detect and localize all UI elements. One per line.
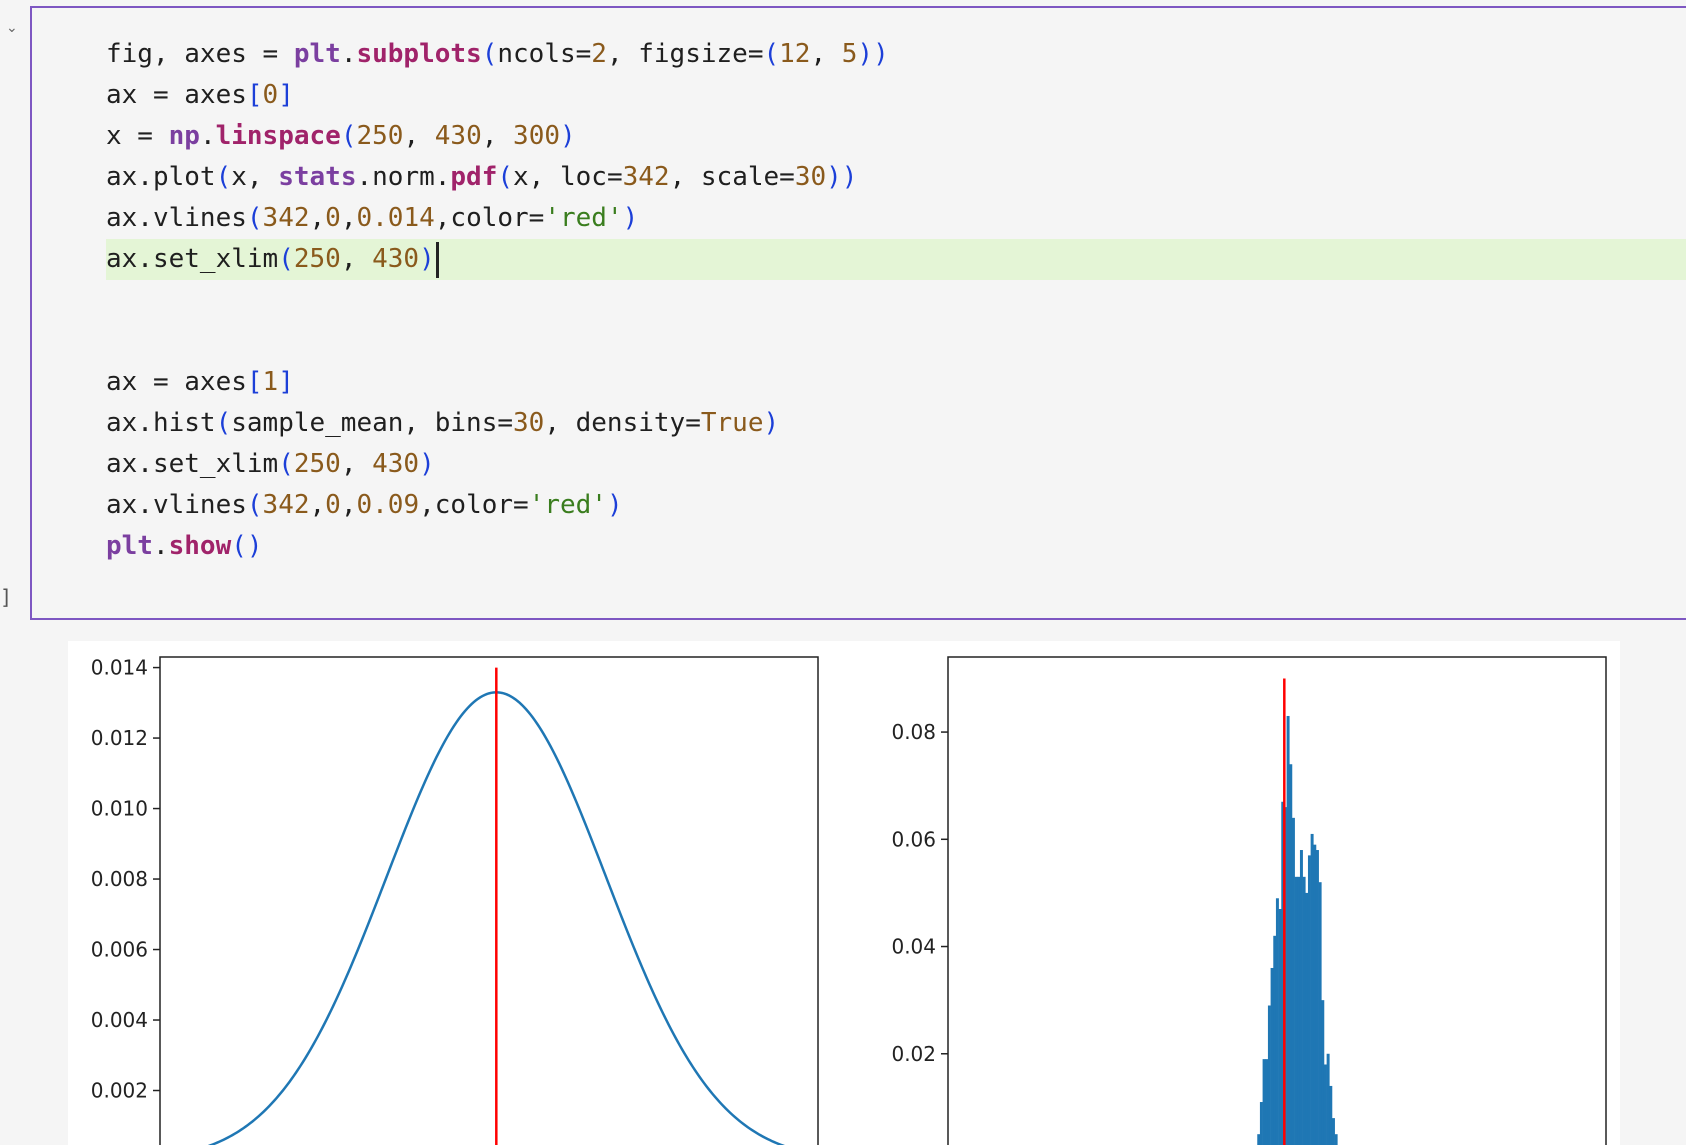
pdf-curve-series [207,691,785,1145]
histogram-bar [1275,898,1279,1145]
code-line[interactable] [106,321,1686,362]
code-line[interactable]: ax.set_xlim(250, 430) [106,444,1686,485]
histogram-bar [1265,1059,1269,1145]
y-tick-label: 0.004 [91,1008,148,1032]
collapse-chevron-icon[interactable]: ⌄ [6,20,20,34]
code-line[interactable]: ax = axes[0] [106,75,1686,116]
y-tick-label: 0.012 [91,726,148,750]
y-tick-label: 0.08 [891,720,936,744]
code-line[interactable]: ax.vlines(342,0,0.09,color='red') [106,485,1686,526]
histogram-bar [1294,876,1298,1145]
y-tick-label: 0.014 [91,656,148,680]
histogram-bar [1307,855,1311,1145]
text-cursor [435,241,439,278]
histogram-bar [1297,876,1301,1145]
histogram-bar [1302,876,1306,1145]
histogram-bar [1331,1118,1335,1145]
code-line[interactable]: ax.hist(sample_mean, bins=30, density=Tr… [106,403,1686,444]
code-line[interactable]: ax.set_xlim(250, 430) [106,239,1686,280]
code-line[interactable] [106,280,1686,321]
y-tick-label: 0.010 [91,797,148,821]
histogram-bar [1318,882,1322,1145]
histogram-bar [1313,844,1317,1145]
prompt-bracket: ] [0,585,13,609]
histogram-bar [1262,1059,1266,1145]
code-line[interactable]: plt.show() [106,526,1686,567]
histogram-bar [1270,967,1274,1145]
y-tick-label: 0.06 [891,827,936,851]
histogram-bar [1326,1053,1330,1145]
histogram-bar [1329,1085,1333,1145]
histogram-bar [1267,1005,1271,1145]
code-editor[interactable]: fig, axes = plt.subplots(ncols=2, figsiz… [106,34,1686,567]
histogram-bar [1305,892,1309,1145]
histogram-bar [1310,833,1314,1145]
histogram-bar [1334,1134,1338,1145]
y-tick-label: 0.002 [91,1079,148,1103]
code-cell[interactable]: fig, axes = plt.subplots(ncols=2, figsiz… [30,6,1686,620]
histogram-bar [1273,935,1277,1145]
y-tick-label: 0.006 [91,938,148,962]
histogram-bar [1315,850,1319,1145]
y-tick-label: 0.02 [891,1042,936,1066]
histogram-bar [1289,764,1293,1145]
code-line[interactable]: ax = axes[1] [106,362,1686,403]
code-line[interactable]: fig, axes = plt.subplots(ncols=2, figsiz… [106,34,1686,75]
code-line[interactable]: ax.vlines(342,0,0.014,color='red') [106,198,1686,239]
histogram-bar [1286,715,1290,1145]
histogram-bar [1291,817,1295,1145]
y-tick-label: 0.008 [91,867,148,891]
y-tick-label: 0.04 [891,935,936,959]
code-line[interactable]: x = np.linspace(250, 430, 300) [106,116,1686,157]
figure: 0.014 0.012 0.010 0.008 0.006 0.004 0.002 0.08 0… [91,656,1607,1145]
histogram-bar [1321,1000,1325,1145]
axes-frame [159,656,819,1145]
histogram-bar [1257,1134,1261,1145]
histogram-bar [1299,850,1303,1145]
cell-output: 0.014 0.012 0.010 0.008 0.006 0.004 0.002 0.08 0… [68,641,1620,1145]
histogram-bar [1278,909,1282,1145]
histogram-bar [1259,1102,1263,1145]
histogram-bar [1323,1064,1327,1145]
code-line[interactable]: ax.plot(x, stats.norm.pdf(x, loc=342, sc… [106,157,1686,198]
